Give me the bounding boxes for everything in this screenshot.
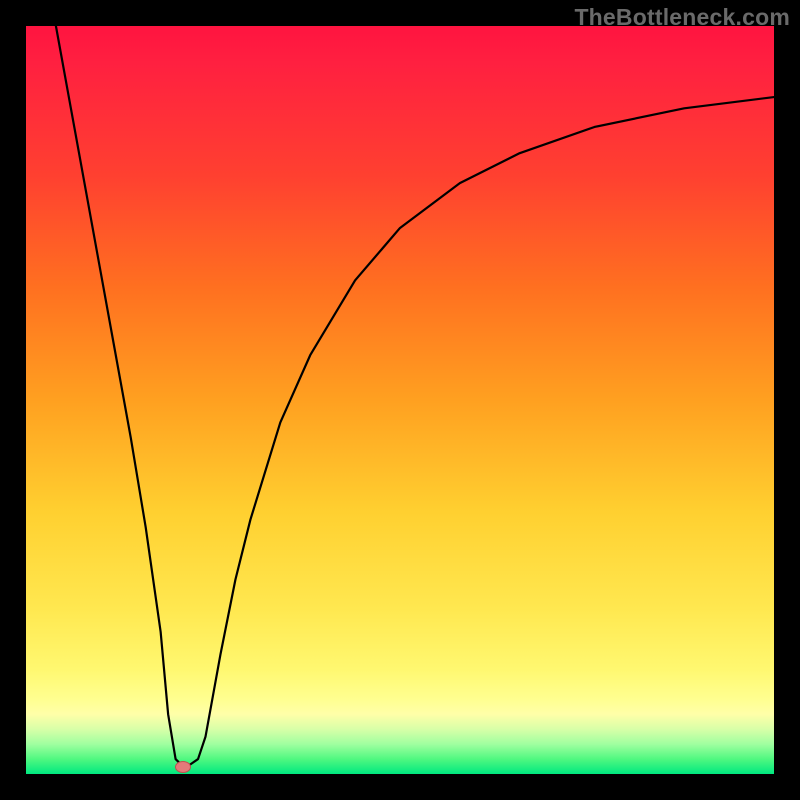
bottleneck-curve [26, 26, 774, 774]
chart-frame: TheBottleneck.com [0, 0, 800, 800]
minimum-marker [175, 761, 191, 773]
plot-area [26, 26, 774, 774]
watermark-text: TheBottleneck.com [574, 4, 790, 31]
